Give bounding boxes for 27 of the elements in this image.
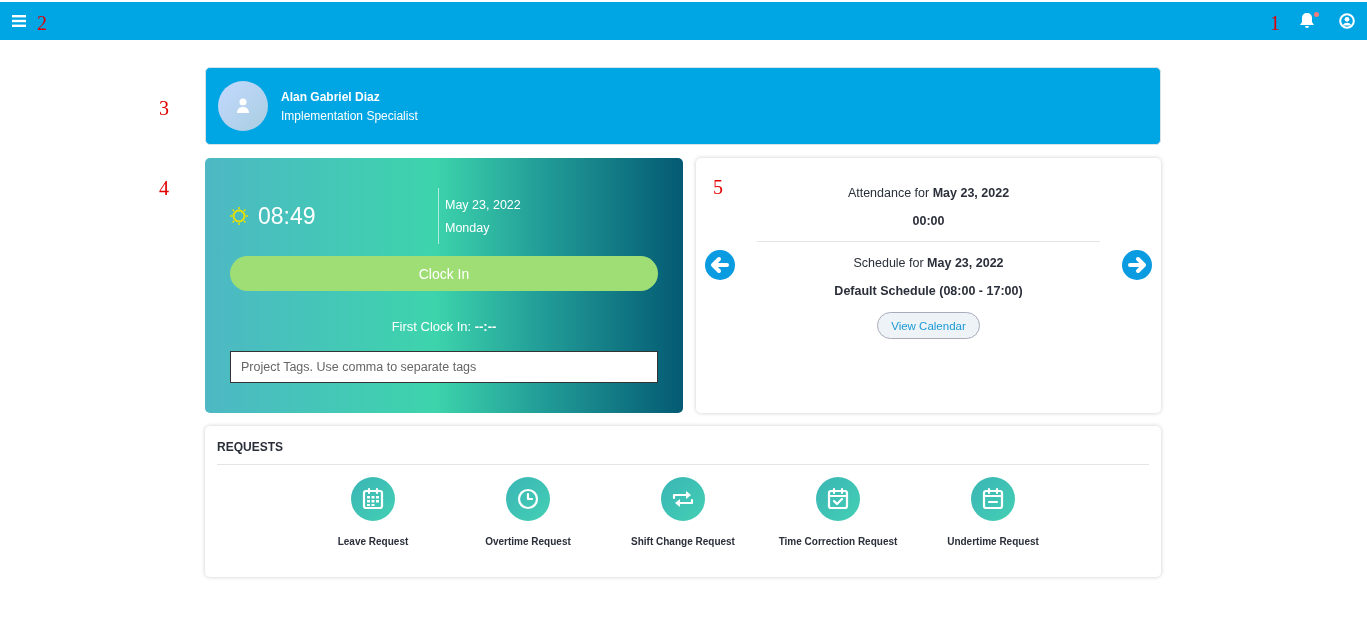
attendance-total: 00:00	[757, 214, 1100, 242]
annotation-number: 3	[159, 98, 169, 118]
current-day: Monday	[445, 220, 658, 235]
first-clock-in: First Clock In: --:--	[390, 319, 498, 334]
bell-icon[interactable]	[1299, 12, 1317, 30]
request-link[interactable]: Shift Change Request	[605, 477, 761, 547]
user-icon[interactable]	[1339, 13, 1355, 29]
schedule-heading: Schedule for May 23, 2022	[852, 256, 1005, 270]
menu-icon[interactable]	[12, 15, 26, 27]
current-date: May 23, 2022	[445, 197, 522, 212]
employee-role: Implementation Specialist	[281, 108, 418, 123]
current-time: 08:49	[258, 202, 316, 230]
annotation-number: 1	[1270, 13, 1280, 33]
sun-icon	[230, 207, 248, 225]
annotation-number: 5	[713, 177, 723, 197]
attendance-heading: Attendance for May 23, 2022	[846, 186, 1011, 200]
employee-name: Alan Gabriel Diaz	[281, 89, 381, 104]
request-link[interactable]: Leave Request	[295, 477, 451, 547]
request-link[interactable]: Time Correction Request	[760, 477, 916, 547]
annotation-number: 2	[37, 13, 47, 33]
request-link[interactable]: Overtime Request	[450, 477, 606, 547]
project-tags-field[interactable]: Project Tags. Use comma to separate tags	[230, 351, 658, 383]
section-title: REQUESTS	[217, 440, 1149, 465]
annotation-number: 4	[159, 178, 169, 198]
avatar	[218, 81, 268, 131]
request-link[interactable]: Undertime Request	[915, 477, 1071, 547]
schedule-name: Default Schedule (08:00 - 17:00)	[833, 284, 1024, 298]
